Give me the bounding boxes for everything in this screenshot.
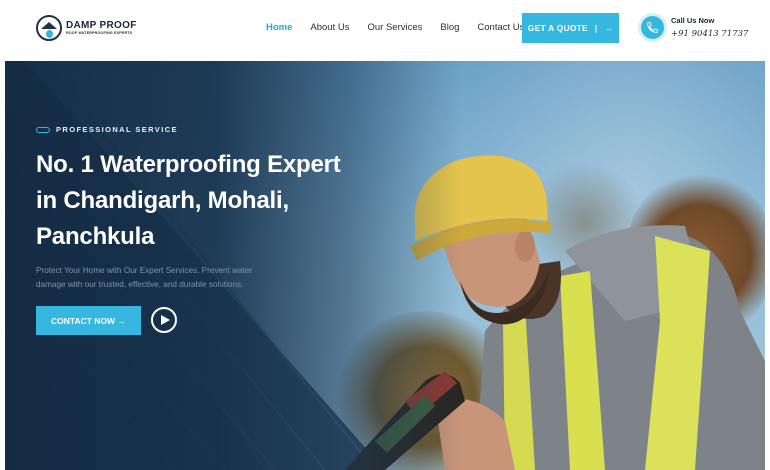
- get-a-quote-label: GET A QUOTE: [527, 23, 588, 33]
- hero-section: PROFESSIONAL SERVICE No. 1 Waterproofing…: [5, 61, 765, 470]
- call-us-label: Call Us Now: [671, 16, 715, 25]
- pill-icon: [36, 126, 50, 133]
- hero-description: Protect Your Home with Our Expert Servic…: [36, 266, 253, 289]
- phone-icon: [638, 13, 667, 42]
- nav-item-about-us[interactable]: About Us: [310, 22, 349, 33]
- site-header: DAMP PROOF ROOF WATERPROOFING EXPERTS Ho…: [0, 0, 770, 60]
- hero-eyebrow: PROFESSIONAL SERVICE: [36, 125, 178, 134]
- house-drop-icon: [36, 15, 62, 41]
- headline-line: in Chandigarh, Mohali,: [36, 187, 289, 214]
- logo[interactable]: DAMP PROOF ROOF WATERPROOFING EXPERTS: [36, 15, 137, 41]
- logo-tagline: ROOF WATERPROOFING EXPERTS: [66, 31, 133, 35]
- get-a-quote-button[interactable]: GET A QUOTE | →: [522, 13, 619, 43]
- hero-headline: No. 1 Waterproofing Expert in Chandigarh…: [36, 147, 341, 255]
- phone-number[interactable]: +91 90413 71737: [671, 29, 748, 39]
- logo-title: DAMP PROOF: [66, 20, 137, 31]
- button-separator: |: [594, 23, 598, 33]
- nav-item-blog[interactable]: Blog: [440, 22, 459, 33]
- main-nav: Home About Us Our Services Blog Contact …: [266, 22, 542, 33]
- eyebrow-text: PROFESSIONAL SERVICE: [56, 125, 178, 134]
- play-icon[interactable]: [151, 307, 177, 333]
- nav-item-home[interactable]: Home: [266, 22, 292, 33]
- arrow-right-icon: →: [604, 23, 614, 33]
- nav-item-contact-us[interactable]: Contact Us: [477, 22, 524, 33]
- headline-line: No. 1 Waterproofing Expert: [36, 151, 341, 178]
- contact-now-button[interactable]: CONTACT NOW →: [36, 306, 141, 335]
- call-us-block[interactable]: Call Us Now +91 90413 71737: [638, 13, 748, 42]
- nav-item-our-services[interactable]: Our Services: [367, 22, 422, 33]
- headline-line: Panchkula: [36, 223, 155, 250]
